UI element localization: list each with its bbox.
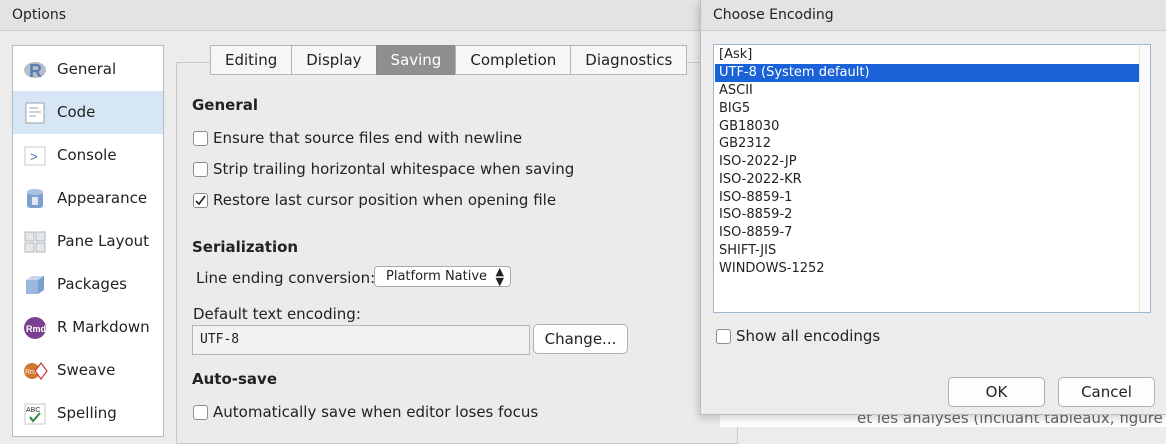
package-box-icon: [23, 273, 47, 297]
sidebar-item-spelling[interactable]: ABC Spelling: [13, 392, 163, 435]
cancel-button[interactable]: Cancel: [1058, 377, 1155, 407]
strip-whitespace-checkbox[interactable]: [193, 161, 208, 177]
encoding-item-iso-2022-jp[interactable]: ISO-2022-JP: [715, 153, 1139, 171]
show-all-encodings-label: Show all encodings: [736, 327, 881, 345]
restore-cursor-option[interactable]: Restore last cursor position when openin…: [193, 190, 556, 210]
sweave-icon: Rnw: [23, 359, 48, 383]
default-encoding-field: UTF-8: [192, 325, 530, 355]
sidebar-item-label: Packages: [57, 275, 127, 293]
svg-text:Rmd: Rmd: [26, 324, 46, 334]
r-logo-icon: R: [23, 58, 47, 82]
sidebar-item-appearance[interactable]: Appearance: [13, 177, 163, 220]
sidebar-item-label: General: [57, 60, 117, 78]
encoding-item-gb2312[interactable]: GB2312: [715, 135, 1139, 153]
encoding-item-ascii[interactable]: ASCII: [715, 82, 1139, 100]
svg-text:>: >: [30, 150, 38, 165]
encoding-list[interactable]: [Ask] UTF-8 (System default) ASCII BIG5 …: [713, 44, 1151, 313]
encoding-item-iso-8859-7[interactable]: ISO-8859-7: [715, 224, 1139, 242]
show-all-encodings-checkbox[interactable]: [716, 328, 731, 344]
line-ending-label: Line ending conversion:: [196, 269, 376, 287]
ok-button[interactable]: OK: [948, 377, 1045, 407]
sidebar-item-sweave[interactable]: Rnw Sweave: [13, 349, 163, 392]
serialization-section-title: Serialization: [192, 238, 299, 256]
paint-bucket-icon: [23, 187, 47, 211]
sidebar-item-console[interactable]: > Console: [13, 134, 163, 177]
sidebar-item-label: Appearance: [57, 189, 148, 207]
tab-editing[interactable]: Editing: [210, 45, 292, 75]
choose-encoding-dialog: Choose Encoding [Ask] UTF-8 (System defa…: [700, 0, 1166, 415]
encoding-item-shift-jis[interactable]: SHIFT-JIS: [715, 242, 1139, 260]
sidebar-item-packages[interactable]: Packages: [13, 263, 163, 306]
default-encoding-label: Default text encoding:: [193, 305, 361, 323]
restore-cursor-label: Restore last cursor position when openin…: [213, 191, 557, 209]
change-encoding-button[interactable]: Change...: [533, 324, 628, 354]
encoding-item-iso-8859-1[interactable]: ISO-8859-1: [715, 189, 1139, 207]
strip-whitespace-option[interactable]: Strip trailing horizontal whitespace whe…: [193, 159, 574, 179]
spelling-check-icon: ABC: [23, 402, 47, 426]
sidebar-item-label: Spelling: [57, 404, 117, 422]
encoding-item-big5[interactable]: BIG5: [715, 100, 1139, 118]
encoding-item-utf8[interactable]: UTF-8 (System default): [715, 64, 1139, 82]
pane-layout-icon: [23, 230, 47, 254]
dialog-title: Choose Encoding: [713, 7, 834, 23]
options-tabs: Editing Display Saving Completion Diagno…: [210, 45, 688, 75]
general-section-title: General: [192, 96, 258, 114]
tab-completion[interactable]: Completion: [455, 45, 571, 75]
sidebar-item-label: Pane Layout: [57, 232, 150, 250]
encoding-item-ask[interactable]: [Ask]: [715, 46, 1139, 64]
encoding-item-iso-2022-kr[interactable]: ISO-2022-KR: [715, 171, 1139, 189]
show-all-encodings-option[interactable]: Show all encodings: [716, 326, 880, 346]
sidebar-item-label: Console: [57, 146, 117, 164]
tab-diagnostics[interactable]: Diagnostics: [570, 45, 688, 75]
checkmark-icon: [195, 195, 206, 205]
line-ending-value: Platform Native: [386, 269, 488, 284]
ensure-newline-label: Ensure that source files end with newlin…: [213, 129, 523, 147]
autosave-focus-option[interactable]: Automatically save when editor loses foc…: [193, 402, 538, 422]
sidebar-item-pane-layout[interactable]: Pane Layout: [13, 220, 163, 263]
ensure-newline-option[interactable]: Ensure that source files end with newlin…: [193, 128, 522, 148]
strip-whitespace-label: Strip trailing horizontal whitespace whe…: [213, 160, 575, 178]
updown-chevron-icon: ▲ ▼: [495, 265, 504, 288]
sidebar-item-label: Code: [57, 103, 96, 121]
options-sidebar: R General Code > Console Appearance Pane…: [12, 45, 164, 437]
sidebar-item-general[interactable]: R General: [13, 48, 163, 91]
encoding-item-windows-1252[interactable]: WINDOWS-1252: [715, 260, 1139, 278]
ensure-newline-checkbox[interactable]: [193, 130, 208, 146]
dialog-titlebar: Choose Encoding: [701, 0, 1166, 31]
restore-cursor-checkbox[interactable]: [193, 192, 208, 208]
sidebar-item-r-markdown[interactable]: Rmd R Markdown: [13, 306, 163, 349]
list-scrollbar[interactable]: [1139, 45, 1150, 312]
options-window-title: Options: [12, 7, 67, 23]
encoding-item-iso-8859-2[interactable]: ISO-8859-2: [715, 206, 1139, 224]
sidebar-item-label: R Markdown: [57, 318, 150, 336]
autosave-focus-label: Automatically save when editor loses foc…: [213, 403, 539, 421]
console-prompt-icon: >: [23, 144, 47, 168]
autosave-focus-checkbox[interactable]: [193, 404, 208, 420]
tab-display[interactable]: Display: [291, 45, 376, 75]
sidebar-item-code[interactable]: Code: [13, 91, 163, 134]
autosave-section-title: Auto-save: [192, 370, 277, 388]
line-ending-select[interactable]: Platform Native ▲ ▼: [374, 266, 511, 287]
svg-text:R: R: [29, 61, 42, 81]
tab-saving[interactable]: Saving: [375, 45, 456, 75]
rmd-icon: Rmd: [23, 316, 47, 340]
svg-text:ABC: ABC: [26, 407, 40, 414]
sidebar-item-label: Sweave: [57, 361, 116, 379]
encoding-item-gb18030[interactable]: GB18030: [715, 118, 1139, 136]
code-file-icon: [23, 101, 47, 125]
